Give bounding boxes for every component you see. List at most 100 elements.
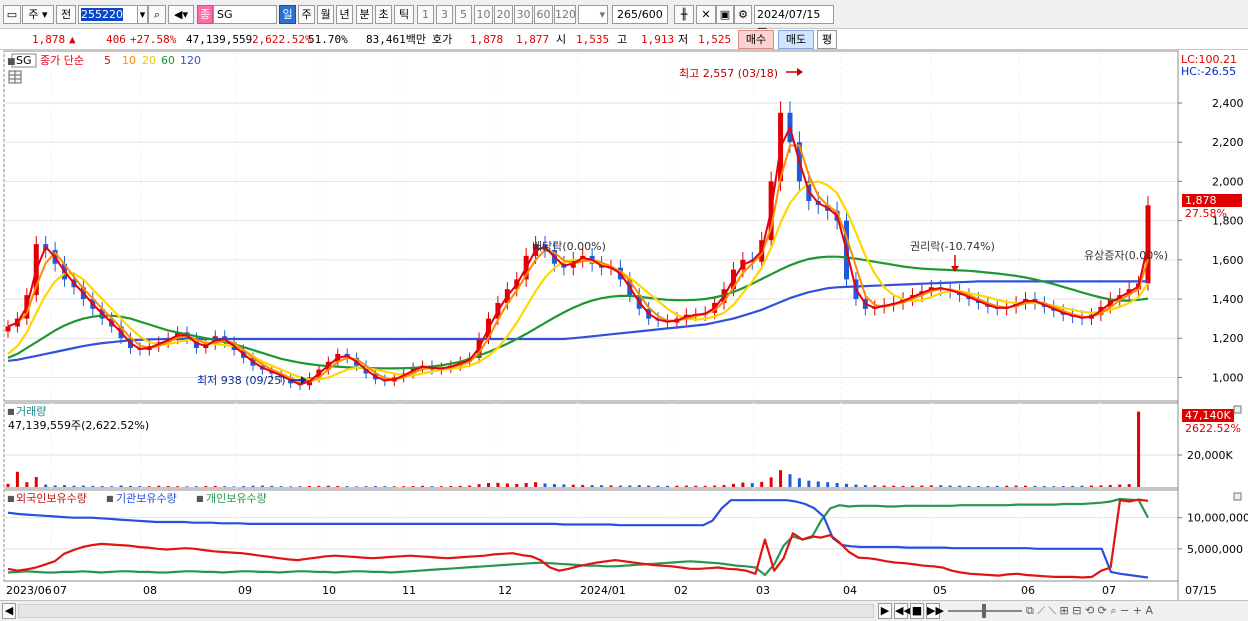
volume-bar [882,485,886,487]
volume-bar [260,485,264,487]
trade-amount: 83,461백만 [366,33,426,46]
tab-week[interactable]: 주 [298,5,315,24]
holdings-legend-bullet: ■ [106,494,114,503]
volume-bar [571,484,575,487]
interval-60[interactable]: 60 [534,5,553,24]
volume-bar [731,483,735,487]
date-field[interactable]: 2024/07/15 ▦ [754,5,834,38]
data-count-total: /600 [638,8,663,21]
volume-bar [496,482,500,487]
save-icon[interactable]: ▣ [716,5,734,24]
legend-ma20: 20 [142,54,156,67]
prev-button[interactable]: 전 [56,5,76,24]
volume-ratio: 2,622.52% [252,33,312,46]
volume-bar [100,486,104,487]
chart-area[interactable]: 1,0001,2001,4001,6001,8002,0002,2002,400… [0,50,1248,600]
buy-button[interactable]: 매수 [738,30,774,49]
data-count-field[interactable]: 265/600 [612,5,668,24]
interval-20[interactable]: 20 [494,5,513,24]
sound-icon[interactable]: ◀▾ [168,5,194,24]
price-panel[interactable] [3,50,1179,402]
volume-bar [91,485,95,487]
volume-bar [524,483,528,487]
volume-bar [185,486,189,487]
price-y-tick-label: 1,400 [1212,293,1244,306]
volume-bar [364,486,368,487]
x-axis-label: 07 [1102,584,1116,597]
interval-120[interactable]: 120 [554,5,576,24]
forward-icon[interactable]: ▶▶ [926,603,944,619]
search-icon[interactable]: ⌕ [148,5,166,24]
volume-bar [1061,486,1065,487]
volume-bar [44,484,48,487]
volume-bar [213,485,217,487]
scroll-right-icon[interactable]: ▶ [878,603,892,619]
code-dropdown-icon[interactable]: ▾ [138,5,148,24]
x-axis-label: 06 [1021,584,1035,597]
volume-panel[interactable] [3,402,1179,489]
volume-bar [722,485,726,487]
interval-1[interactable]: 1 [417,5,434,24]
interval-5[interactable]: 5 [455,5,472,24]
tab-second[interactable]: 초 [375,5,392,24]
stock-name-field[interactable]: SG [213,5,277,24]
interval-30[interactable]: 30 [514,5,533,24]
volume-bar [1071,485,1075,487]
volume-bar [317,485,321,487]
chart-toolbar: ▭ 주 ▾ 전 255220 ▾ ⌕ ◀▾ 종 SG 일 주 월 년 분 초 틱… [0,0,1248,38]
window-icon[interactable]: ▭ [3,5,21,24]
rewind-icon[interactable]: ◀◀ [894,603,912,619]
x-axis-label: 02 [674,584,688,597]
period-label: 주 [28,8,39,21]
volume-bar [157,485,161,487]
x-axis-label: 12 [498,584,512,597]
x-axis-label: 11 [402,584,416,597]
tab-month[interactable]: 월 [317,5,334,24]
holdings-close-icon[interactable] [1233,492,1242,501]
tab-tick[interactable]: 틱 [394,5,414,24]
volume-close-icon[interactable] [1233,405,1242,414]
crosshair-icon[interactable]: ✕ [696,5,716,24]
sell-button[interactable]: 매도 [778,30,814,49]
volume-bar [845,483,849,487]
period-select[interactable]: 주 ▾ [22,5,54,24]
volume-bar [929,485,933,487]
tab-year[interactable]: 년 [336,5,353,24]
volume-bar [835,483,839,487]
tab-day[interactable]: 일 [279,5,296,24]
candle-body [5,326,11,332]
volume-bar [138,486,142,487]
volume-bar [1127,484,1131,487]
gear-icon[interactable]: ⚙ [734,5,752,24]
volume-bar [986,486,990,487]
volume-bar [355,486,359,487]
eval-button[interactable]: 평 [817,30,837,49]
x-axis-label: 2024/01 [580,584,626,597]
volume-bar [901,485,905,487]
quote-bar: 1,878 ▲ 406 +27.58% 47,139,559 2,622.52%… [0,29,1248,50]
holdings-panel[interactable] [3,489,1179,582]
volume-bar [713,485,717,487]
interval-10[interactable]: 10 [474,5,493,24]
stock-tag: SG [16,54,32,67]
horizontal-scrollbar[interactable] [18,604,874,618]
drawing-tools-icons[interactable]: ⧉ ⟋ ⟍ ⊞ ⊟ ⟲ ⟳ ⌕ − + A [1026,604,1153,618]
zoom-slider-handle[interactable] [982,604,986,618]
interval-3[interactable]: 3 [436,5,453,24]
volume-bar [439,486,443,487]
stock-code-input[interactable]: 255220 [78,5,138,24]
legend-ma5: 5 [104,54,111,67]
volume-bar [967,485,971,487]
stop-icon[interactable]: ■ [910,603,924,619]
volume-bar [647,485,651,487]
tab-minute[interactable]: 분 [356,5,373,24]
high-label: 고 [617,33,628,46]
volume-bar [779,470,783,487]
scroll-left-icon[interactable]: ◀ [2,603,16,619]
volume-bar [468,485,472,487]
interval-custom-select[interactable]: ▾ [578,5,608,24]
volume-bar [1005,485,1009,487]
volume-bar [600,485,604,487]
candle-type-icon[interactable]: ╫ [674,5,694,24]
volume-bar [1108,485,1112,487]
